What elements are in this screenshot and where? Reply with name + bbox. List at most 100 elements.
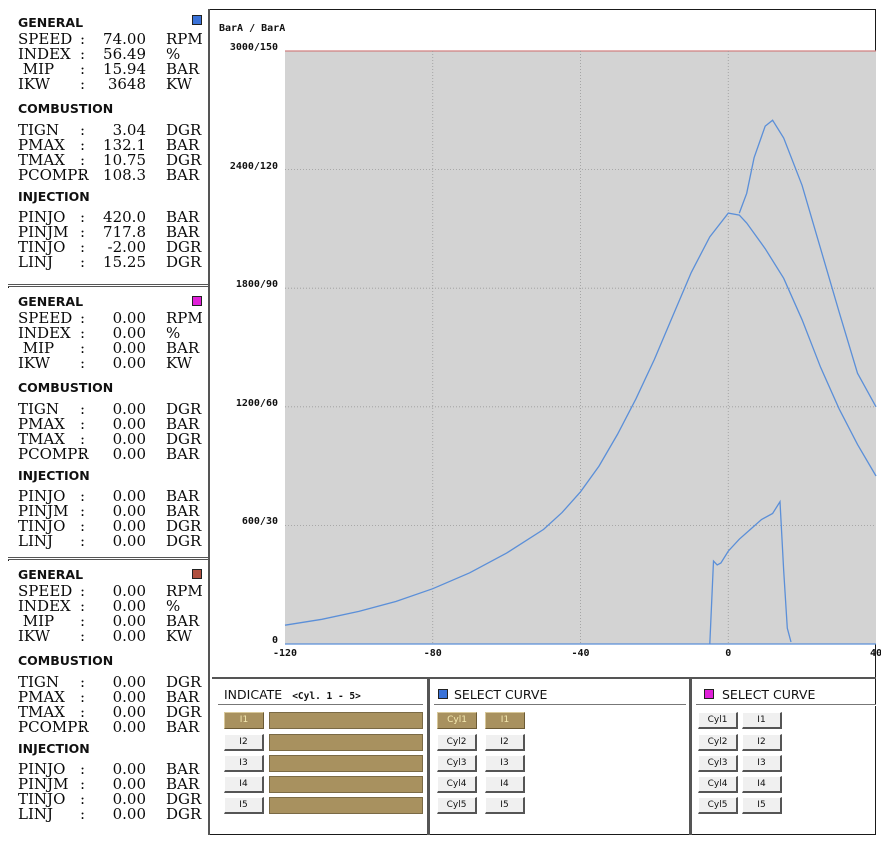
param-colon: : (80, 627, 86, 645)
combustion-row: PCOMPR: 0.00 BAR (18, 447, 206, 462)
select-curve-1-color-icon (438, 689, 448, 699)
select-curve-2-cyl3-button[interactable]: Cyl3 (698, 755, 738, 772)
select-curve-2-i5-button[interactable]: I5 (742, 797, 782, 814)
param-colon: : (80, 532, 86, 550)
select-curve-1-title: SELECT CURVE (454, 687, 548, 702)
general-row: IKW: 0.00 KW (18, 356, 206, 371)
select-curve-1-i1-button[interactable]: I1 (485, 712, 525, 729)
param-value: 0.00 (112, 532, 146, 550)
combustion-header: COMBUSTION (18, 101, 114, 116)
select-curve-2-i3-button[interactable]: I3 (742, 755, 782, 772)
select-curve-2-i2-button[interactable]: I2 (742, 734, 782, 751)
select-curve-1-cyl3-button[interactable]: Cyl3 (437, 755, 477, 772)
indicate-button-i1[interactable]: I1 (224, 712, 264, 729)
param-colon: : (80, 805, 86, 823)
select-curve-1-i5-button[interactable]: I5 (485, 797, 525, 814)
param-colon: : (80, 75, 86, 93)
select-curve-2-title: SELECT CURVE (722, 687, 816, 702)
select-curve-1-cyl1-button[interactable]: Cyl1 (437, 712, 477, 729)
param-value: 0.00 (112, 805, 146, 823)
param-unit: BAR (166, 166, 200, 184)
param-name: LINJ (18, 253, 54, 271)
cylinder-panel-2: GENERAL SPEED:0.00 RPM INDEX:0.00% MIP:0.00… (8, 288, 208, 560)
param-name: IKW (18, 75, 51, 93)
combustion-row: PCOMPR: 0.00 BAR (18, 720, 206, 735)
indicate-section: INDICATE <Cyl. 1 - 5> I1 I2 I3 I4 I5 (212, 679, 427, 835)
cylinder-color-icon (192, 296, 202, 306)
combustion-header: COMBUSTION (18, 380, 114, 395)
injection-row: LINJ: 0.00 DGR (18, 807, 206, 822)
param-colon: : (80, 354, 86, 372)
x-tick-label: -80 (423, 648, 442, 659)
param-unit: BAR (166, 445, 200, 463)
param-unit: DGR (166, 805, 202, 823)
cylinder-data-column: GENERAL SPEED:74.00 RPM INDEX:56.49% MIP:15… (8, 9, 210, 835)
select-curve-1-divider (434, 704, 686, 706)
cylinder-color-icon (192, 15, 202, 25)
x-tick-label: -40 (571, 648, 590, 659)
indicate-bar (269, 755, 423, 772)
y-tick-label: 3000/150 (229, 42, 278, 53)
y-tick-label: 600/30 (241, 516, 278, 528)
general-header: GENERAL (18, 294, 84, 309)
select-curve-1-cyl5-button[interactable]: Cyl5 (437, 797, 477, 814)
y-tick-label: 1200/60 (235, 397, 278, 409)
select-curve-section-2: SELECT CURVE Cyl1 Cyl2 Cyl3 Cyl4 Cyl5 I1 I2 I3 I… (692, 679, 876, 835)
param-value: 15.25 (103, 253, 146, 271)
param-name: PCOMPR (18, 718, 89, 736)
indicate-bar (269, 712, 423, 729)
select-curve-2-cyl1-button[interactable]: Cyl1 (698, 712, 738, 729)
param-name: IKW (18, 354, 51, 372)
y-axis-title: BarA / BarA (219, 23, 286, 34)
select-curve-2-cyl4-button[interactable]: Cyl4 (698, 776, 738, 793)
select-curve-2-divider (696, 704, 876, 706)
param-name: LINJ (18, 532, 54, 550)
x-tick-label: 0 (725, 648, 732, 659)
select-curve-section-1: SELECT CURVE Cyl1 Cyl2 Cyl3 Cyl4 Cyl5 I1 I2 I3 I… (430, 679, 690, 835)
param-colon: : (80, 445, 86, 463)
select-curve-2-cyl5-button[interactable]: Cyl5 (698, 797, 738, 814)
param-value: 0.00 (112, 627, 146, 645)
general-row: IKW: 3648 KW (18, 77, 206, 92)
y-tick-label: 0 (271, 635, 278, 646)
select-curve-2-i1-button[interactable]: I1 (742, 712, 782, 729)
indicate-button-i3[interactable]: I3 (224, 755, 264, 772)
combustion-header: COMBUSTION (18, 653, 114, 668)
select-curve-1-cyl4-button[interactable]: Cyl4 (437, 776, 477, 793)
cylinder-color-icon (192, 569, 202, 579)
param-unit: DGR (166, 253, 202, 271)
general-header: GENERAL (18, 567, 84, 582)
select-curve-1-cyl2-button[interactable]: Cyl2 (437, 734, 477, 751)
indicate-bar (269, 776, 423, 793)
param-unit: KW (166, 354, 193, 372)
indicate-button-i2[interactable]: I2 (224, 734, 264, 751)
param-value: 0.00 (112, 354, 146, 372)
param-unit: KW (166, 75, 193, 93)
select-curve-2-i4-button[interactable]: I4 (742, 776, 782, 793)
indicate-button-i5[interactable]: I5 (224, 797, 264, 814)
injection-header: INJECTION (18, 189, 90, 204)
cylinder-panel-1: GENERAL SPEED:74.00 RPM INDEX:56.49% MIP:15… (8, 9, 208, 287)
param-value: 108.3 (103, 166, 146, 184)
indicate-divider (218, 704, 423, 706)
param-name: LINJ (18, 805, 54, 823)
param-value: 0.00 (112, 445, 146, 463)
indicate-range-text: <Cyl. 1 - 5> (292, 691, 361, 702)
param-value: 3648 (107, 75, 146, 93)
cylinder-panel-3: GENERAL SPEED:0.00 RPM INDEX:0.00% MIP:0.00… (8, 561, 208, 835)
injection-row: LINJ:15.25 DGR (18, 255, 206, 270)
y-tick-label: 1800/90 (235, 279, 278, 291)
indicate-bar (269, 797, 423, 814)
injection-header: INJECTION (18, 468, 90, 483)
select-curve-1-i4-button[interactable]: I4 (485, 776, 525, 793)
y-tick-label: 2400/120 (229, 160, 278, 172)
param-unit: DGR (166, 532, 202, 550)
select-curve-1-i2-button[interactable]: I2 (485, 734, 525, 751)
select-curve-2-color-icon (704, 689, 714, 699)
indicate-button-i4[interactable]: I4 (224, 776, 264, 793)
control-area: INDICATE <Cyl. 1 - 5> I1 I2 I3 I4 I5 SELECT C… (212, 677, 876, 837)
select-curve-2-cyl2-button[interactable]: Cyl2 (698, 734, 738, 751)
select-curve-1-i3-button[interactable]: I3 (485, 755, 525, 772)
param-unit: BAR (166, 718, 200, 736)
param-colon: : (80, 253, 86, 271)
